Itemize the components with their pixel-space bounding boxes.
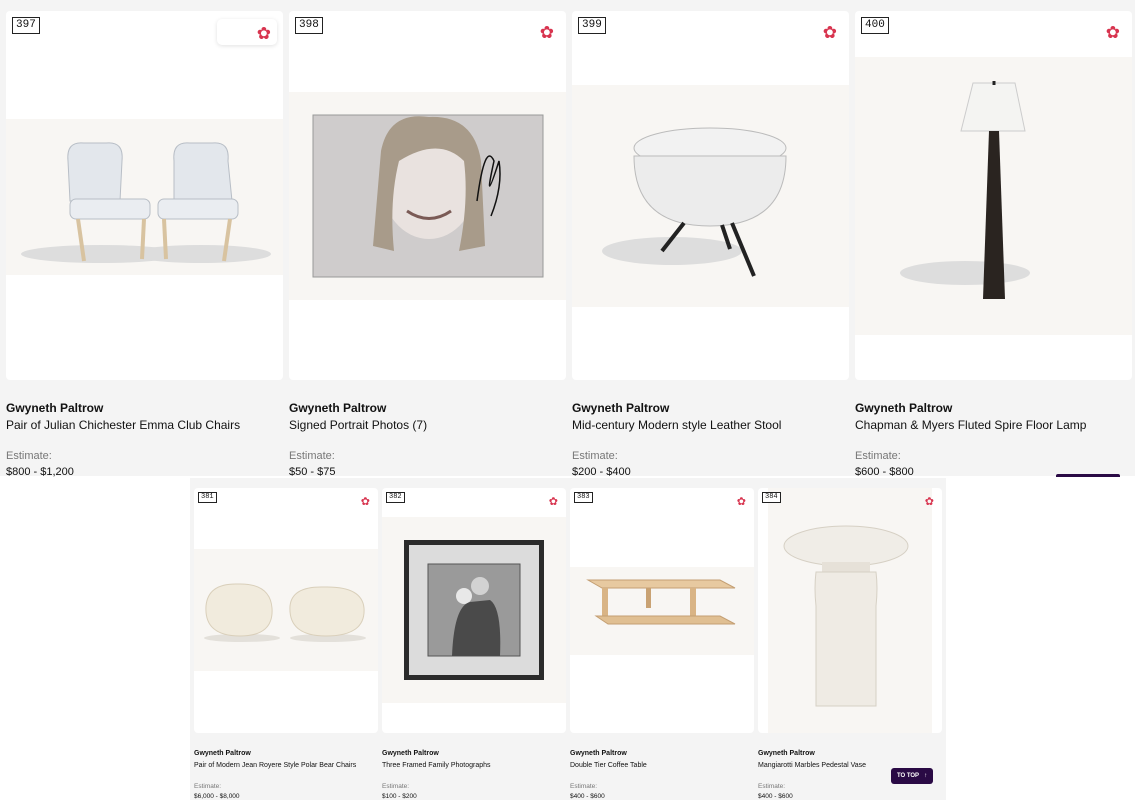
lot-artist: Gwyneth Paltrow (572, 401, 670, 415)
favorite-flower-icon[interactable]: ✿ (549, 495, 558, 508)
lot-card-383[interactable]: 383 ✿ Gwyneth Paltrow Double Tier Coffee… (570, 488, 754, 800)
favorite-flower-icon[interactable]: ✿ (1106, 23, 1120, 43)
estimate-value: $800 - $1,200 (6, 466, 74, 478)
lot-image[interactable] (289, 11, 566, 380)
favorite-flower-icon[interactable]: ✿ (823, 23, 837, 43)
favorite-flower-icon[interactable]: ✿ (925, 495, 934, 508)
lot-number: 381 (198, 492, 217, 503)
estimate-value: $200 - $400 (572, 466, 631, 478)
lot-title[interactable]: Pair of Julian Chichester Emma Club Chai… (6, 418, 240, 432)
framed-family-photographs-image (404, 540, 544, 680)
lot-artist: Gwyneth Paltrow (6, 401, 104, 415)
lot-card-399[interactable]: 399 ✿ Gwyneth Paltrow Mid-century Modern… (572, 11, 849, 478)
favorite-flower-icon[interactable]: ✿ (361, 495, 370, 508)
lot-image[interactable] (382, 488, 566, 733)
estimate-label: Estimate: (289, 450, 335, 462)
lot-title[interactable]: Chapman & Myers Fluted Spire Floor Lamp (855, 418, 1086, 432)
estimate-value: $600 - $800 (855, 466, 914, 478)
estimate-value: $400 - $600 (758, 793, 793, 800)
lot-image[interactable] (758, 488, 942, 733)
lot-number: 399 (578, 17, 606, 34)
estimate-value: $6,000 - $8,000 (194, 793, 240, 800)
favorite-flower-icon[interactable]: ✿ (737, 495, 746, 508)
lot-title[interactable]: Signed Portrait Photos (7) (289, 418, 427, 432)
signed-portrait-image (312, 114, 544, 278)
clipped-text-fragment (757, 462, 812, 467)
estimate-label: Estimate: (194, 783, 222, 790)
leather-stool-image (602, 127, 787, 277)
lot-number: 398 (295, 17, 323, 34)
lot-image[interactable] (194, 488, 378, 733)
lot-title[interactable]: Double Tier Coffee Table (570, 762, 647, 769)
lot-card-397[interactable]: 397 ✿ Gwyneth Paltrow Pair of Julian Chi… (6, 11, 283, 478)
lot-card-382[interactable]: 382 ✿ Gwyneth Paltrow Three Framed Famil… (382, 488, 566, 800)
lot-number: 382 (386, 492, 405, 503)
lot-artist: Gwyneth Paltrow (382, 750, 439, 757)
estimate-label: Estimate: (572, 450, 618, 462)
estimate-label: Estimate: (6, 450, 52, 462)
polar-bear-chairs-image (204, 583, 366, 642)
lot-title[interactable]: Mid-century Modern style Leather Stool (572, 418, 781, 432)
lot-number: 384 (762, 492, 781, 503)
favorite-flower-icon: ✿ (256, 24, 271, 43)
lot-artist: Gwyneth Paltrow (855, 401, 953, 415)
lot-grid-bottom: 381 ✿ Gwyneth Paltrow Pair of Modern Jea… (190, 478, 946, 800)
lot-image[interactable] (570, 488, 754, 733)
lot-artist: Gwyneth Paltrow (570, 750, 627, 757)
lot-artist: Gwyneth Paltrow (194, 750, 251, 757)
lot-title[interactable]: Pair of Modern Jean Royere Style Polar B… (194, 762, 356, 769)
lot-title[interactable]: Mangiarotti Marbles Pedestal Vase (758, 762, 866, 769)
lot-title[interactable]: Three Framed Family Photographs (382, 762, 491, 769)
estimate-label: Estimate: (855, 450, 901, 462)
lot-image[interactable] (6, 11, 283, 380)
lot-image[interactable] (572, 11, 849, 380)
lot-image[interactable] (855, 11, 1132, 380)
estimate-label: Estimate: (570, 783, 598, 790)
lot-grid-top: 397 ✿ Gwyneth Paltrow Pair of Julian Chi… (0, 0, 1135, 478)
lot-card-381[interactable]: 381 ✿ Gwyneth Paltrow Pair of Modern Jea… (194, 488, 378, 800)
lot-number: 383 (574, 492, 593, 503)
lot-card-400[interactable]: 400 ✿ Gwyneth Paltrow Chapman & Myers Fl… (855, 11, 1132, 478)
pedestal-vase-image (783, 525, 909, 707)
to-top-label: TO TOP (896, 773, 920, 779)
lot-artist: Gwyneth Paltrow (758, 750, 815, 757)
arrow-up-icon: ↑ (924, 773, 928, 779)
estimate-value: $50 - $75 (289, 466, 336, 478)
lot-number: 400 (861, 17, 889, 34)
estimate-label: Estimate: (382, 783, 410, 790)
estimate-label: Estimate: (758, 783, 786, 790)
club-chairs-image (21, 142, 271, 263)
to-top-button[interactable]: TO TOP ↑ (891, 768, 933, 784)
lot-number: 397 (12, 17, 40, 34)
favorite-button[interactable]: ✿ (217, 19, 277, 45)
estimate-value: $100 - $200 (382, 793, 417, 800)
lot-card-398[interactable]: 398 ✿ Gwyneth Paltrow Signed Portrait Ph… (289, 11, 566, 478)
to-top-button-edge[interactable] (1056, 474, 1120, 477)
estimate-value: $400 - $600 (570, 793, 605, 800)
floor-lamp-image (900, 81, 1030, 299)
coffee-table-image (586, 579, 736, 625)
favorite-flower-icon[interactable]: ✿ (540, 23, 554, 43)
lot-artist: Gwyneth Paltrow (289, 401, 387, 415)
lot-card-384[interactable]: 384 ✿ Gwyneth Paltrow Mangiarotti Marble… (758, 488, 942, 800)
